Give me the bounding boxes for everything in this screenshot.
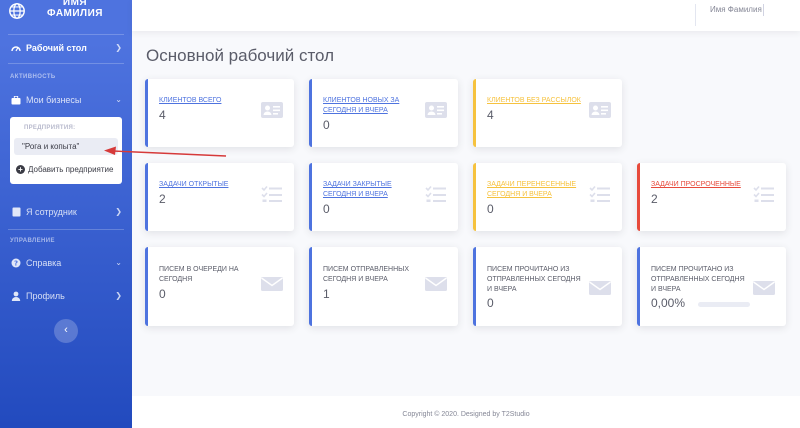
question-circle-icon: ?	[10, 257, 22, 269]
sidebar-divider	[8, 34, 124, 35]
brand[interactable]: ИМЯ ФАМИЛИЯ	[0, 0, 132, 30]
card-mail-queue[interactable]: ПИСЕМ В ОЧЕРЕДИ НА СЕГОДНЯ 0	[145, 247, 294, 326]
card-value: 0	[159, 287, 166, 301]
envelope-icon	[589, 281, 611, 295]
card-label[interactable]: ЗАДАЧИ ПЕРЕНЕСЕННЫЕ СЕГОДНЯ И ВЧЕРА	[487, 180, 583, 200]
chevron-right-icon: ❯	[115, 291, 122, 300]
user-icon	[10, 290, 22, 302]
dashboard-icon	[10, 42, 22, 54]
tasks-icon	[261, 185, 282, 202]
briefcase-icon	[10, 94, 22, 106]
card-label[interactable]: КЛИЕНТОВ БЕЗ РАССЫЛОК	[487, 96, 583, 106]
sidebar-item-help[interactable]: ? Справка ⌄	[0, 253, 132, 273]
avatar[interactable]	[763, 4, 771, 16]
brand-line-2: ФАМИЛИЯ	[47, 8, 103, 19]
user-name[interactable]: Имя Фамилия	[710, 5, 762, 14]
sidebar-item-employee[interactable]: Я сотрудник ❯	[0, 202, 132, 222]
card-value: 0,00%	[651, 296, 686, 310]
sidebar-divider	[8, 229, 124, 230]
card-mail-read-percent[interactable]: ПИСЕМ ПРОЧИТАНО ИЗ ОТПРАВЛЕННЫХ СЕГОДНЯ …	[637, 247, 786, 326]
sidebar-item-my-business[interactable]: Мои бизнесы ⌄	[0, 90, 132, 110]
sidebar-item-dashboard[interactable]: Рабочий стол ❯	[0, 38, 132, 58]
envelope-icon	[425, 277, 447, 291]
sidebar: ИМЯ ФАМИЛИЯ Рабочий стол ❯ АКТИВНОСТЬ Мо…	[0, 0, 132, 428]
chevron-right-icon: ❯	[115, 207, 122, 216]
card-label[interactable]: ЗАДАЧИ ОТКРЫТЫЕ	[159, 180, 255, 190]
card-label: ПИСЕМ В ОЧЕРЕДИ НА СЕГОДНЯ	[159, 266, 239, 283]
brand-text: ИМЯ ФАМИЛИЯ	[30, 0, 120, 19]
add-business-label: Добавить предприятие	[28, 164, 114, 174]
card-label[interactable]: КЛИЕНТОВ ВСЕГО	[159, 96, 255, 106]
footer: Copyright © 2020. Designed by T2Studio	[132, 396, 800, 428]
address-card-icon	[261, 102, 283, 118]
card-tasks-moved[interactable]: ЗАДАЧИ ПЕРЕНЕСЕННЫЕ СЕГОДНЯ И ВЧЕРА 0	[473, 163, 622, 231]
card-tasks-overdue[interactable]: ЗАДАЧИ ПРОСРОЧЕННЫЕ 2	[637, 163, 786, 231]
chevron-down-icon: ⌄	[115, 95, 122, 104]
card-value: 0	[323, 118, 330, 132]
card-value: 2	[651, 192, 658, 206]
card-tasks-closed[interactable]: ЗАДАЧИ ЗАКРЫТЫЕ СЕГОДНЯ И ВЧЕРА 0	[309, 163, 458, 231]
card-value: 0	[323, 202, 330, 216]
card-label: ПИСЕМ ПРОЧИТАНО ИЗ ОТПРАВЛЕННЫХ СЕГОДНЯ …	[487, 266, 581, 293]
plus-circle-icon: +	[16, 164, 25, 174]
card-label[interactable]: ЗАДАЧИ ЗАКРЫТЫЕ СЕГОДНЯ И ВЧЕРА	[323, 180, 419, 200]
sidebar-item-label: Я сотрудник	[26, 207, 77, 217]
chevron-down-icon: ⌄	[115, 258, 122, 267]
sidebar-divider	[8, 63, 124, 64]
globe-icon	[9, 3, 25, 19]
card-label[interactable]: ЗАДАЧИ ПРОСРОЧЕННЫЕ	[651, 180, 747, 190]
sidebar-heading-activity: АКТИВНОСТЬ	[10, 74, 56, 80]
card-value: 4	[487, 108, 494, 122]
sidebar-item-label: Мои бизнесы	[26, 95, 82, 105]
topbar: Имя Фамилия	[132, 0, 800, 31]
envelope-icon	[261, 277, 283, 291]
sidebar-toggle-button[interactable]: ‹	[54, 319, 78, 343]
tasks-icon	[589, 185, 610, 202]
card-label[interactable]: КЛИЕНТОВ НОВЫХ ЗА СЕГОДНЯ И ВЧЕРА	[323, 96, 419, 116]
card-value: 0	[487, 296, 494, 310]
card-mail-sent[interactable]: ПИСЕМ ОТПРАВЛЕННЫХ СЕГОДНЯ И ВЧЕРА 1	[309, 247, 458, 326]
card-mail-read[interactable]: ПИСЕМ ПРОЧИТАНО ИЗ ОТПРАВЛЕННЫХ СЕГОДНЯ …	[473, 247, 622, 326]
card-clients-total[interactable]: КЛИЕНТОВ ВСЕГО 4	[145, 79, 294, 147]
sidebar-item-profile[interactable]: Профиль ❯	[0, 286, 132, 306]
svg-text:?: ?	[14, 260, 18, 268]
card-clients-new[interactable]: КЛИЕНТОВ НОВЫХ ЗА СЕГОДНЯ И ВЧЕРА 0	[309, 79, 458, 147]
card-clients-no-mailing[interactable]: КЛИЕНТОВ БЕЗ РАССЫЛОК 4	[473, 79, 622, 147]
submenu-item-roga-i-kopyta[interactable]: "Рога и копыта"	[14, 138, 118, 155]
sidebar-item-label: Рабочий стол	[26, 43, 87, 53]
envelope-icon	[753, 281, 775, 295]
sidebar-item-label: Профиль	[26, 291, 65, 301]
card-label: ПИСЕМ ПРОЧИТАНО ИЗ ОТПРАВЛЕННЫХ СЕГОДНЯ …	[651, 266, 745, 293]
submenu-heading: ПРЕДПРИЯТИЯ:	[24, 125, 76, 131]
card-value: 4	[159, 108, 166, 122]
id-card-icon	[10, 206, 22, 218]
progress-bar	[698, 302, 750, 307]
page-title: Основной рабочий стол	[146, 46, 335, 65]
address-card-icon	[425, 102, 447, 118]
topbar-divider	[695, 4, 696, 26]
card-value: 1	[323, 287, 330, 301]
chevron-right-icon: ❯	[115, 43, 122, 52]
brand-line-1: ИМЯ	[62, 0, 88, 8]
tasks-icon	[425, 185, 446, 202]
sidebar-heading-management: УПРАВЛЕНИЕ	[10, 238, 55, 244]
card-tasks-open[interactable]: ЗАДАЧИ ОТКРЫТЫЕ 2	[145, 163, 294, 231]
card-value: 2	[159, 192, 166, 206]
tasks-icon	[753, 185, 774, 202]
address-card-icon	[589, 102, 611, 118]
add-business-link[interactable]: + Добавить предприятие	[16, 161, 120, 177]
sidebar-item-label: Справка	[26, 258, 62, 268]
card-label: ПИСЕМ ОТПРАВЛЕННЫХ СЕГОДНЯ И ВЧЕРА	[323, 266, 410, 283]
business-submenu: ПРЕДПРИЯТИЯ: "Рога и копыта" + Добавить …	[10, 117, 122, 184]
footer-copyright: Copyright © 2020. Designed by T2Studio	[402, 411, 530, 418]
card-value: 0	[487, 202, 494, 216]
